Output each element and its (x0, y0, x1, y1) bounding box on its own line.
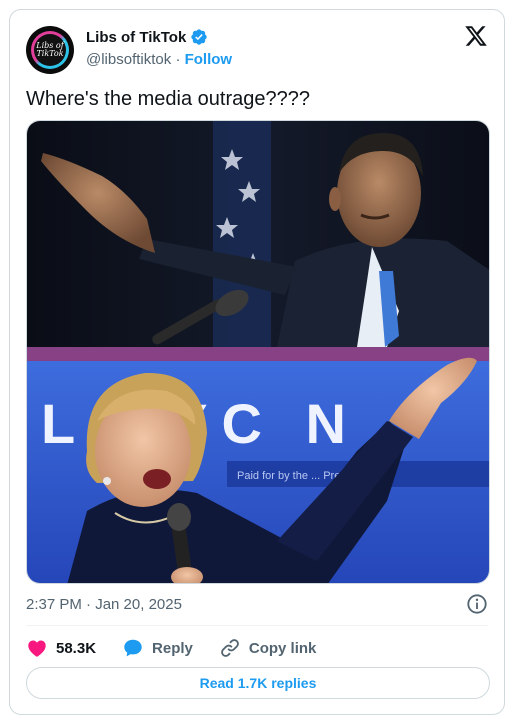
tweet-media[interactable]: L RYC N Paid for by the ... President E (26, 120, 490, 584)
link-icon (221, 639, 239, 657)
reply-label: Reply (152, 639, 193, 657)
author-name-row: Libs of TikTok (86, 28, 208, 46)
read-replies-button[interactable]: Read 1.7K replies (26, 667, 490, 699)
author-display-name[interactable]: Libs of TikTok (86, 29, 186, 46)
x-logo-icon[interactable] (464, 24, 488, 48)
copy-link-button[interactable]: Copy link (219, 637, 317, 659)
tweet-timestamp[interactable]: 2:37 PM · Jan 20, 2025 (26, 596, 182, 613)
verified-badge-icon (191, 29, 207, 45)
reply-button[interactable]: Reply (122, 637, 193, 659)
author-handle-row: @libsoftiktok · Follow (86, 51, 232, 68)
like-count: 58.3K (56, 639, 97, 657)
follow-button[interactable]: Follow (185, 51, 233, 68)
heart-icon (28, 640, 46, 657)
tweet-text: Where's the media outrage???? (26, 88, 310, 110)
avatar[interactable]: Libs of TikTok (26, 26, 74, 74)
top-photo (27, 121, 489, 347)
author-handle[interactable]: @libsoftiktok (86, 51, 171, 68)
tweet-photo-composite: L RYC N Paid for by the ... President E (27, 121, 489, 583)
reply-bubble-icon (124, 639, 142, 657)
handle-separator: · (175, 51, 181, 68)
action-bar: 58.3K Reply Copy link (26, 635, 342, 661)
like-button[interactable]: 58.3K (26, 637, 96, 659)
divider (26, 625, 488, 626)
avatar-inner: Libs of TikTok (34, 34, 66, 66)
copy-link-label: Copy link (248, 639, 317, 657)
info-icon[interactable] (466, 593, 488, 615)
avatar-text-2: TikTok (36, 49, 64, 58)
tweet-card: Libs of TikTok Libs of TikTok @libsoftik… (9, 9, 505, 715)
bottom-photo: L RYC N Paid for by the ... President E (27, 347, 489, 583)
